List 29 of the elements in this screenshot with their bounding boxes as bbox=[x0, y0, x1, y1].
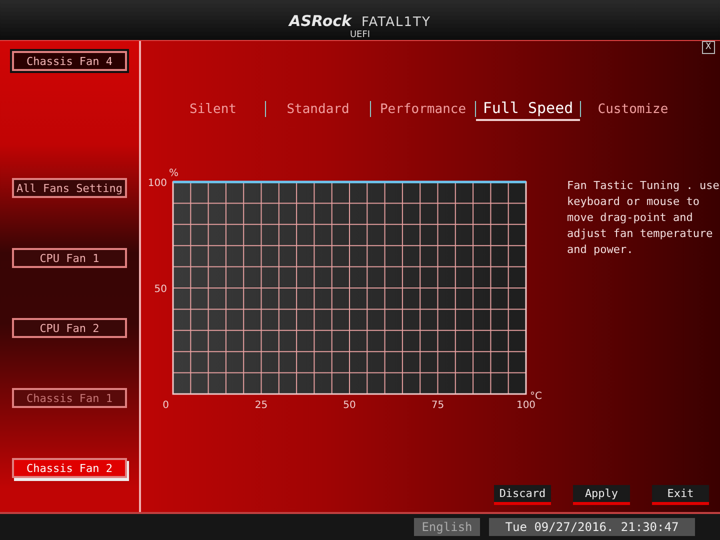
mode-tab[interactable]: Performance bbox=[371, 100, 475, 118]
mode-tab[interactable]: Standard bbox=[266, 100, 370, 118]
x-tick-label: 0 bbox=[162, 400, 169, 411]
y-tick-label: 100 bbox=[148, 178, 167, 189]
logo-text: ASRock bbox=[289, 12, 352, 30]
fan-button[interactable]: All Fans Setting bbox=[12, 178, 127, 198]
x-axis-label: °C bbox=[530, 391, 542, 402]
x-tick-label: 75 bbox=[431, 400, 444, 411]
fan-button[interactable]: Chassis Fan 2 bbox=[12, 458, 127, 478]
action-button[interactable]: Discard bbox=[494, 485, 551, 505]
brand-text: FATAL1TY bbox=[362, 15, 431, 30]
x-tick-label: 25 bbox=[254, 400, 268, 411]
x-tick-label: 100 bbox=[516, 400, 536, 411]
datetime-display: Tue 09/27/2016. 21:30:47 bbox=[489, 518, 695, 536]
mode-tab[interactable]: Customize bbox=[581, 100, 685, 118]
y-tick-label: 50 bbox=[154, 284, 167, 295]
close-button[interactable]: X bbox=[702, 41, 715, 54]
mode-tab[interactable]: Full Speed bbox=[476, 97, 580, 121]
fan-selector[interactable]: Chassis Fan 4 bbox=[12, 51, 127, 71]
action-button[interactable]: Apply bbox=[573, 485, 630, 505]
action-button[interactable]: Exit bbox=[652, 485, 709, 505]
mode-tab[interactable]: Silent bbox=[161, 100, 265, 118]
fan-button[interactable]: CPU Fan 1 bbox=[12, 248, 127, 268]
x-tick-label: 50 bbox=[343, 400, 356, 411]
help-text: Fan Tastic Tuning . use keyboard or mouse to move drag-point and adjust fan temperature and power. bbox=[567, 178, 720, 258]
subtitle-text: UEFI bbox=[350, 30, 370, 40]
fan-curve-line[interactable] bbox=[173, 180, 526, 184]
fan-button[interactable]: CPU Fan 2 bbox=[12, 318, 127, 338]
y-axis-label: % bbox=[169, 168, 179, 179]
